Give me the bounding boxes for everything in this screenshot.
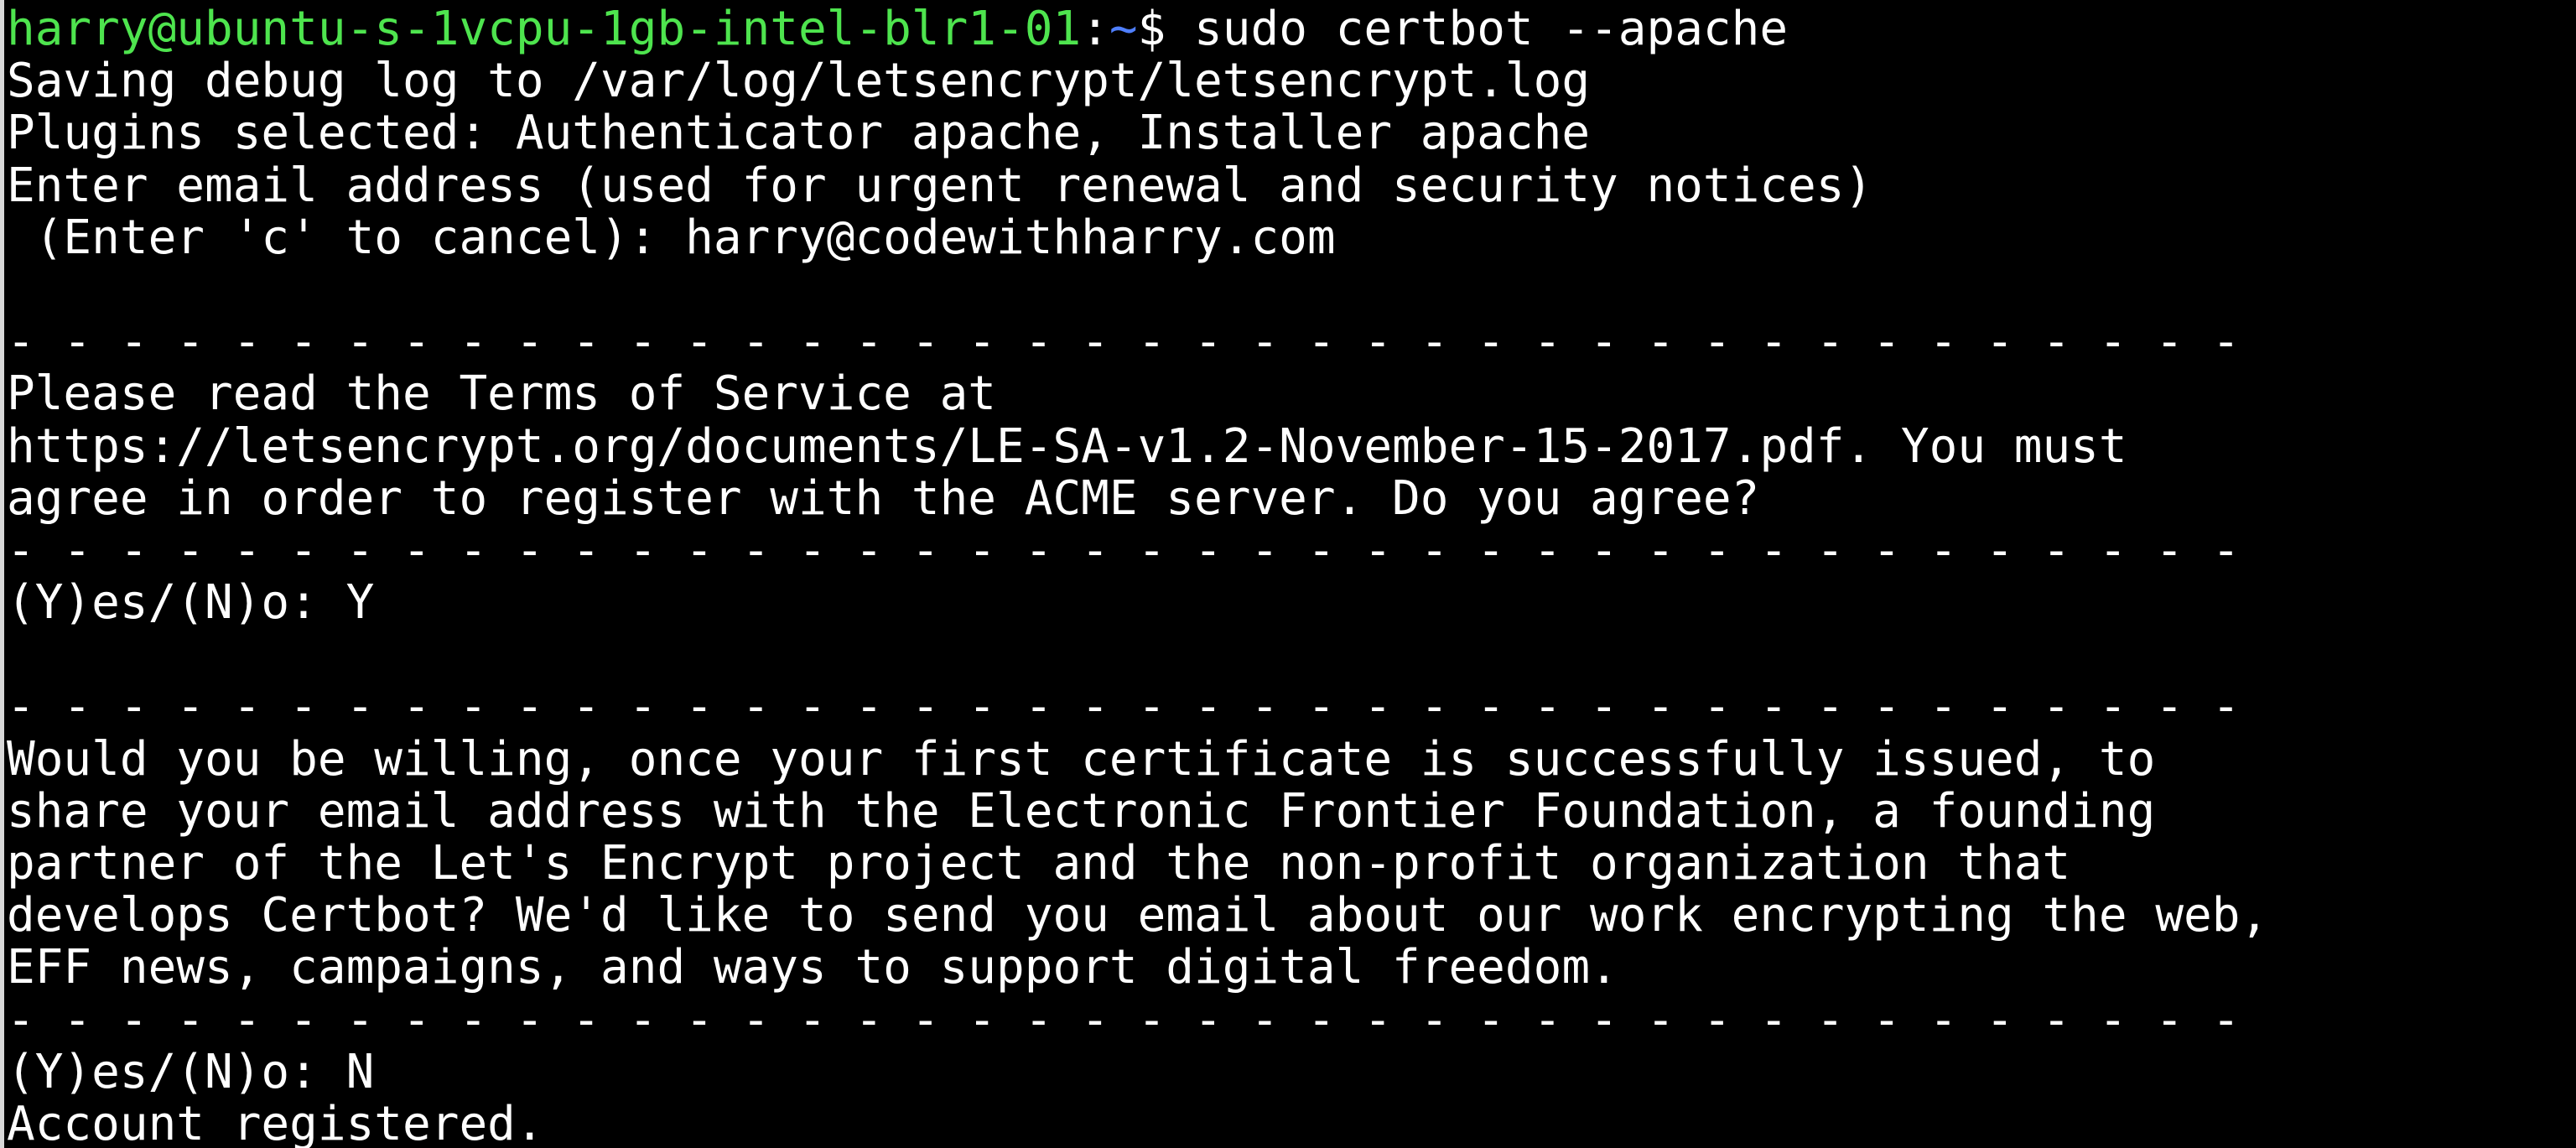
prompt-separator: :: [1081, 2, 1109, 56]
output-line: Plugins selected: Authenticator apache, …: [7, 106, 1591, 161]
separator-line: - - - - - - - - - - - - - - - - - - - - …: [7, 992, 2241, 1047]
output-line: Saving debug log to /var/log/letsencrypt…: [7, 54, 1591, 109]
separator-line: - - - - - - - - - - - - - - - - - - - - …: [7, 522, 2241, 578]
output-line: share your email address with the Electr…: [7, 783, 2156, 839]
output-line: Enter email address (used for urgent ren…: [7, 158, 1873, 213]
separator-line: - - - - - - - - - - - - - - - - - - - - …: [7, 679, 2241, 735]
output-line: Account registered.: [7, 1096, 544, 1148]
output-line: (Enter 'c' to cancel): harry@codewithhar…: [7, 210, 1336, 265]
prompt-path: ~: [1109, 2, 1138, 56]
output-line: develops Certbot? We'd like to send you …: [7, 888, 2269, 943]
output-line: partner of the Let's Encrypt project and…: [7, 836, 2071, 891]
prompt-symbol: $: [1137, 2, 1166, 56]
output-line: agree in order to register with the ACME…: [7, 470, 1760, 526]
prompt-line: harry@ubuntu-s-1vcpu-1gb-intel-blr1-01:~…: [7, 3, 2268, 55]
command-text: sudo certbot --apache: [1166, 2, 1789, 56]
window-left-border: [0, 0, 4, 1148]
output-line: https://letsencrypt.org/documents/LE-SA-…: [7, 418, 2127, 474]
output-line: EFF news, campaigns, and ways to support…: [7, 940, 1618, 995]
prompt-user-host: harry@ubuntu-s-1vcpu-1gb-intel-blr1-01: [7, 2, 1082, 56]
separator-line: - - - - - - - - - - - - - - - - - - - - …: [7, 314, 2241, 370]
output-line: (Y)es/(N)o: Y: [7, 575, 375, 631]
output-line: Would you be willing, once your first ce…: [7, 731, 2156, 787]
output-line: Please read the Terms of Service at: [7, 366, 997, 422]
output-line: (Y)es/(N)o: N: [7, 1044, 375, 1099]
terminal-output: harry@ubuntu-s-1vcpu-1gb-intel-blr1-01:~…: [7, 3, 2268, 1148]
terminal-window[interactable]: harry@ubuntu-s-1vcpu-1gb-intel-blr1-01:~…: [0, 0, 2576, 1148]
